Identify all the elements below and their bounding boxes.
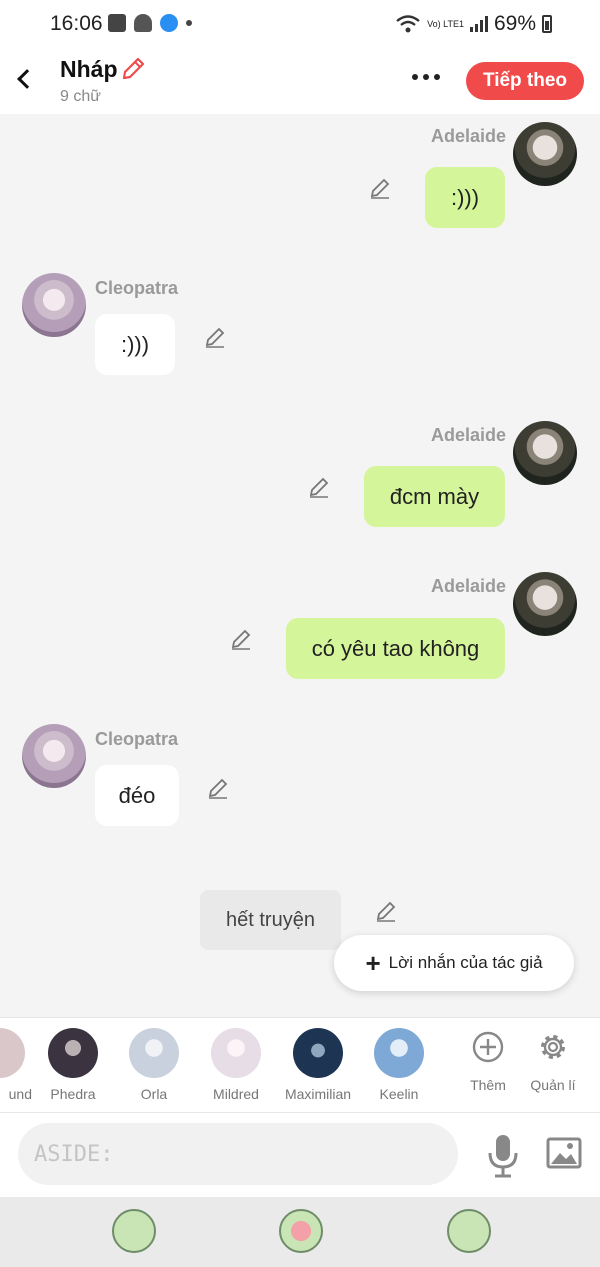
character-name: Orla [140, 1086, 168, 1102]
avatar-adelaide[interactable] [513, 122, 577, 186]
author-note-label: Lời nhắn của tác giả [388, 953, 543, 972]
character-selector: und Phedra Orla Mildred Maximilian Keeli… [0, 1017, 600, 1113]
speaker-name: Adelaide [431, 576, 507, 596]
character-item[interactable]: Mildred [196, 1028, 276, 1102]
message-bubble[interactable]: đéo [95, 765, 179, 826]
lily-pad-icon[interactable] [112, 1209, 156, 1253]
lotus-icon[interactable] [279, 1209, 323, 1253]
status-right: Vo) LTE1 69% [395, 12, 552, 36]
character-item[interactable]: Maximilian [278, 1028, 358, 1102]
wifi-icon [396, 15, 420, 33]
message-bubble[interactable]: đcm mày [364, 466, 505, 527]
edit-pencil-icon[interactable] [207, 777, 229, 799]
add-label: Thêm [470, 1077, 506, 1093]
add-character-button[interactable]: Thêm [458, 1030, 518, 1093]
character-avatar [129, 1028, 179, 1078]
character-name: Phedra [50, 1086, 96, 1102]
gallery-icon [108, 14, 126, 32]
plus-icon: + [365, 948, 381, 978]
back-button[interactable] [10, 62, 38, 94]
next-button[interactable]: Tiếp theo [466, 62, 584, 100]
message-bubble[interactable]: có yêu tao không [286, 618, 505, 679]
aside-input[interactable] [18, 1123, 458, 1185]
speaker-name: Adelaide [431, 425, 507, 445]
chat-area: Adelaide :))) Cleopatra :))) Adelaide đc… [0, 114, 600, 1017]
status-bar: 16:06 Vo) LTE1 69% [0, 0, 600, 48]
character-item[interactable]: Orla [114, 1028, 194, 1102]
edit-pencil-icon[interactable] [308, 476, 330, 498]
character-name: Maximilian [284, 1086, 352, 1102]
character-item[interactable]: Phedra [33, 1028, 113, 1102]
draft-title: Nháp [60, 56, 118, 82]
character-name: Mildred [213, 1086, 259, 1102]
navigation-bar [0, 1197, 600, 1267]
aside-message[interactable]: hết truyện [200, 890, 341, 950]
character-avatar [0, 1028, 25, 1078]
battery-icon [542, 15, 552, 33]
dot-icon [186, 20, 192, 26]
editor-header: Nháp 9 chữ Tiếp theo [0, 48, 600, 114]
manage-characters-button[interactable]: Quản lí [523, 1030, 583, 1093]
more-options-icon[interactable] [412, 74, 440, 80]
speaker-name: Cleopatra [95, 278, 179, 298]
lily-pad-icon[interactable] [447, 1209, 491, 1253]
edit-pencil-icon[interactable] [230, 628, 252, 650]
character-avatar [48, 1028, 98, 1078]
avatar-cleopatra[interactable] [22, 724, 86, 788]
gear-icon [541, 1035, 565, 1059]
android-icon [134, 14, 152, 32]
signal-icon [469, 16, 488, 32]
microphone-icon[interactable] [486, 1133, 520, 1179]
status-time: 16:06 [50, 12, 103, 35]
avatar-adelaide[interactable] [513, 421, 577, 485]
image-icon[interactable] [546, 1137, 582, 1169]
status-notification-icons [108, 14, 192, 32]
message-bubble[interactable]: :))) [95, 314, 175, 375]
avatar-adelaide[interactable] [513, 572, 577, 636]
edit-pencil-icon[interactable] [369, 177, 391, 199]
word-count: 9 chữ [60, 88, 101, 105]
avatar-cleopatra[interactable] [22, 273, 86, 337]
edit-pencil-icon[interactable] [204, 326, 226, 348]
battery-percent: 69% [493, 12, 536, 35]
edit-title-pencil-icon[interactable] [120, 56, 146, 82]
speaker-name: Adelaide [431, 126, 507, 146]
character-avatar [293, 1028, 343, 1078]
character-name: Keelin [379, 1086, 419, 1102]
add-circle-icon [472, 1031, 504, 1063]
message-bubble[interactable]: :))) [425, 167, 505, 228]
cloud-upload-icon [160, 14, 178, 32]
character-avatar [211, 1028, 261, 1078]
character-avatar [374, 1028, 424, 1078]
manage-label: Quản lí [530, 1077, 576, 1093]
character-item[interactable]: Keelin [359, 1028, 439, 1102]
edit-pencil-icon[interactable] [375, 900, 397, 922]
speaker-name: Cleopatra [95, 729, 179, 749]
composer [0, 1113, 600, 1197]
network-type: Vo) LTE1 [427, 18, 464, 29]
author-note-button[interactable]: + Lời nhắn của tác giả [334, 935, 574, 991]
